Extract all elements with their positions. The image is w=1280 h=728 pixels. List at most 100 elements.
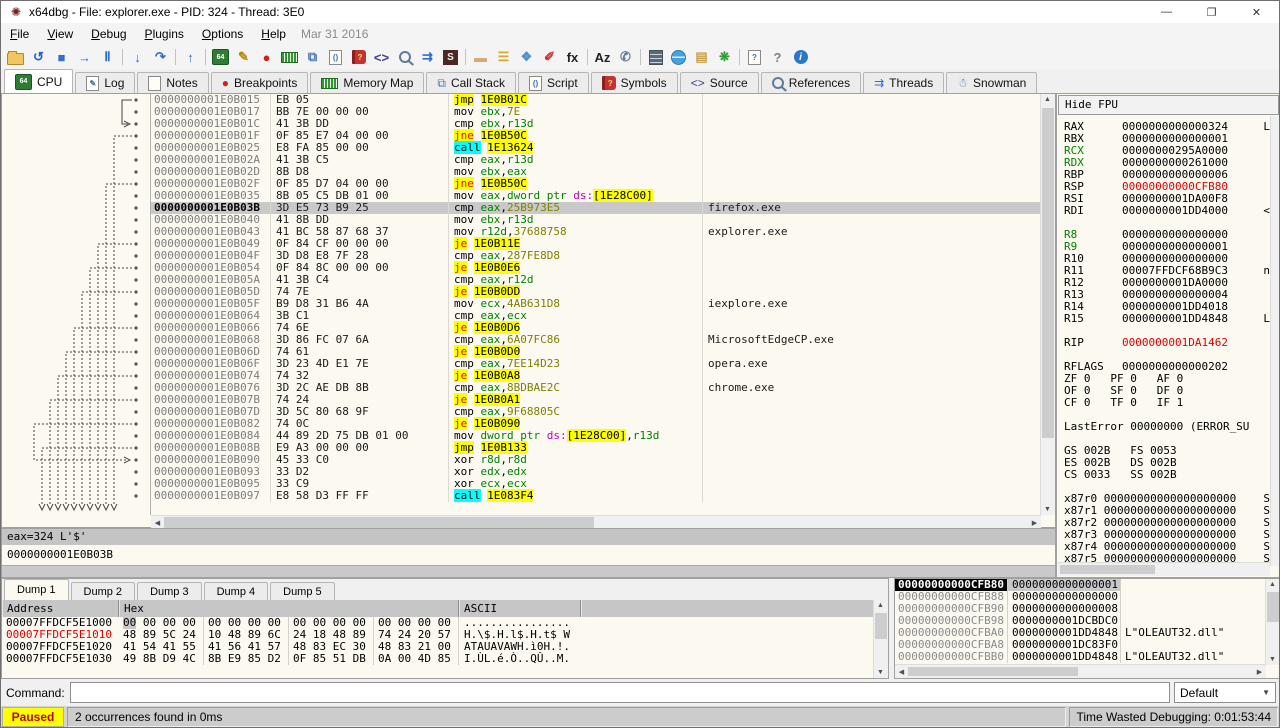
build-date: Mar 31 2016 (295, 27, 368, 41)
about-button[interactable]: i (789, 46, 812, 68)
tab-source[interactable]: <>Source (680, 72, 759, 93)
script-button[interactable]: () (324, 46, 347, 68)
menu-item-debug[interactable]: Debug (82, 24, 135, 44)
memory-map-button[interactable] (278, 46, 301, 68)
register-line[interactable]: LastError 00000000 (ERROR_SU (1064, 421, 1270, 433)
register-line[interactable]: RDI0000000001DD4000< (1064, 205, 1270, 217)
dump-tab-dump-5[interactable]: Dump 5 (270, 582, 335, 600)
fx-button[interactable]: fx (561, 46, 584, 68)
dump-row[interactable]: 00007FFDCF5E103049 8B D9 4C8B E9 85 D20F… (2, 653, 888, 665)
cpu-button[interactable]: 64 (209, 46, 232, 68)
maximize-button[interactable]: ❐ (1189, 1, 1234, 23)
stack-vertical-scrollbar[interactable]: ▲ ▼ (1265, 579, 1280, 665)
hide-fpu-button[interactable]: Hide FPU (1058, 95, 1279, 115)
registers-vertical-scrollbar[interactable] (1270, 116, 1280, 566)
register-line[interactable]: CS 0033 SS 002B (1064, 469, 1270, 481)
register-line[interactable]: R150000000001DD4848L (1064, 313, 1270, 325)
donate-button[interactable]: ▤ (690, 46, 713, 68)
menu-item-file[interactable]: File (1, 24, 38, 44)
dump-byte: 0F (293, 652, 306, 665)
pause-button[interactable]: Ⅱ (96, 46, 119, 68)
dump-tab-bar: Dump 1Dump 2Dump 3Dump 4Dump 5 (2, 579, 888, 600)
disassembly-pane[interactable]: 0000000001E0B015EB 05jmp 1E0B01C00000000… (1, 93, 1056, 528)
register-line[interactable]: RIP0000000001DA1462 (1064, 337, 1270, 349)
step-over-button[interactable]: ↷ (149, 46, 172, 68)
disasm-row[interactable]: 0000000001E0B097E8 58 D3 FF FFcall 1E083… (151, 490, 1041, 502)
stack-address: 00000000000CFBB0 (895, 651, 1007, 663)
dump-tab-dump-4[interactable]: Dump 4 (204, 582, 269, 600)
source-button[interactable]: <> (370, 46, 393, 68)
register-name: RIP (1064, 337, 1122, 349)
stack-row[interactable]: 00000000000CFBB00000000001DD4848L"OLEAUT… (895, 651, 1280, 663)
command-profile-dropdown[interactable]: Default ▼ (1174, 682, 1276, 703)
internet-button[interactable] (667, 46, 690, 68)
snowman-button[interactable]: S (439, 46, 462, 68)
dump-column-header[interactable]: Hex (119, 600, 459, 617)
menu-item-options[interactable]: Options (193, 24, 252, 44)
restart-button[interactable]: ↺ (27, 46, 50, 68)
stack-horizontal-scrollbar[interactable]: ◀ ▶ (895, 664, 1266, 678)
instruction-comment (703, 310, 1041, 322)
register-line[interactable]: CF 0 TF 0 IF 1 (1064, 397, 1270, 409)
dump-byte: DB (353, 652, 366, 665)
dump-column-header[interactable]: Address (2, 600, 119, 617)
calculator-button[interactable] (644, 46, 667, 68)
tab-script[interactable]: ()Script (518, 72, 589, 93)
dump-byte: D9 (163, 652, 176, 665)
tab-references[interactable]: References (761, 72, 861, 93)
log-button[interactable]: ✎ (232, 46, 255, 68)
register-value: 0000000001DD4848 (1122, 312, 1228, 325)
tab-symbols[interactable]: ?Symbols (591, 72, 678, 93)
threads-button[interactable]: ⇉ (416, 46, 439, 68)
faq-button[interactable]: ? (766, 46, 789, 68)
minimize-button[interactable]: — (1144, 1, 1189, 23)
step-into-button[interactable]: ↓ (126, 46, 149, 68)
disasm-vertical-scrollbar[interactable]: ▲ ▼ (1040, 94, 1055, 515)
symbols-button[interactable]: ? (347, 46, 370, 68)
instruction-comment (703, 454, 1041, 466)
report-bug-button[interactable]: ❋ (713, 46, 736, 68)
menu-item-plugins[interactable]: Plugins (136, 24, 193, 44)
attach-button[interactable]: ✆ (614, 46, 637, 68)
breakpoint-button[interactable]: ● (255, 46, 278, 68)
registers-list[interactable]: RAX0000000000000324LRBX0000000000000001R… (1058, 118, 1270, 564)
tab-memory-map[interactable]: Memory Map (310, 72, 424, 93)
dump-tab-dump-1[interactable]: Dump 1 (4, 579, 69, 600)
tab-breakpoints[interactable]: ●Breakpoints (211, 72, 309, 93)
dump-vertical-scrollbar[interactable]: ▲ ▼ (873, 600, 888, 678)
patch-button[interactable]: ▬ (469, 46, 492, 68)
info-scroll-strip[interactable] (2, 565, 1055, 577)
patches-button[interactable]: ☰ (492, 46, 515, 68)
dump-tab-dump-2[interactable]: Dump 2 (71, 582, 136, 600)
command-label: Command: (6, 686, 65, 700)
close-button[interactable]: ✕ (1234, 1, 1279, 23)
stack-rows[interactable]: 00000000000CFB80000000000000000100000000… (895, 579, 1280, 663)
comment-button[interactable]: ❖ (515, 46, 538, 68)
highlight-button[interactable]: ✐ (538, 46, 561, 68)
call-stack-button[interactable]: ⧉ (301, 46, 324, 68)
references-button[interactable] (393, 46, 416, 68)
run-button[interactable]: → (73, 46, 96, 68)
dump-column-header[interactable]: ASCII (459, 600, 581, 617)
instruction-comment (703, 394, 1041, 406)
disasm-horizontal-scrollbar[interactable]: ◀ ▶ (151, 515, 1041, 529)
tab-cpu[interactable]: 64CPU (4, 69, 73, 93)
dump-rows[interactable]: 00007FFDCF5E100000 00 00 0000 00 00 0000… (2, 617, 888, 665)
step-out-button[interactable]: ↑ (179, 46, 202, 68)
tab-log[interactable]: ✎Log (75, 72, 135, 93)
menu-item-help[interactable]: Help (252, 24, 295, 44)
tab-threads[interactable]: ⇉Threads (863, 72, 944, 93)
registers-horizontal-scrollbar[interactable] (1058, 562, 1270, 576)
manual-button[interactable]: ? (743, 46, 766, 68)
tab-snowman[interactable]: ☃Snowman (946, 72, 1037, 93)
dump-tab-dump-3[interactable]: Dump 3 (137, 582, 202, 600)
instruction-comment (703, 478, 1041, 490)
info-selected-line[interactable]: eax=324 L'$' (2, 529, 1055, 545)
tab-notes[interactable]: Notes (137, 72, 208, 93)
stop-button[interactable]: ■ (50, 46, 73, 68)
assemble-button[interactable]: Aᴢ (591, 46, 614, 68)
open-file-button[interactable] (4, 46, 27, 68)
tab-call-stack[interactable]: ⧉Call Stack (426, 72, 516, 93)
command-input[interactable] (70, 682, 1170, 703)
menu-item-view[interactable]: View (38, 24, 82, 44)
